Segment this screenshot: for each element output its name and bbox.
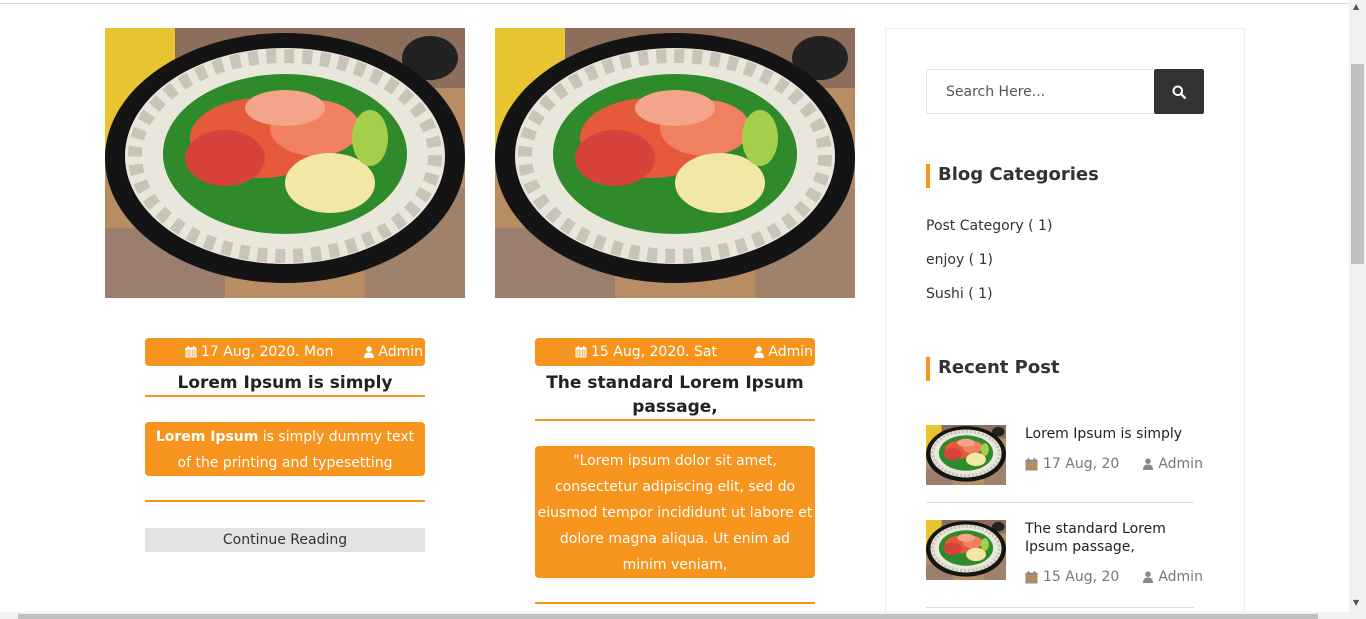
search-icon (1172, 85, 1186, 99)
scroll-down-arrow-icon[interactable]: ▼ (1353, 598, 1359, 608)
post-title[interactable]: The standard Lorem Ipsum passage, (535, 371, 815, 419)
recent-post-divider (926, 502, 1194, 503)
post-author[interactable]: Admin (754, 344, 813, 360)
scroll-up-arrow-icon[interactable]: ▲ (1353, 2, 1359, 12)
recent-post-heading: Recent Post (926, 357, 1060, 381)
user-icon (364, 346, 374, 358)
user-icon (1143, 458, 1153, 470)
header-bottom-border (0, 0, 1350, 4)
category-link[interactable]: enjoy ( 1) (926, 252, 993, 268)
title-divider (145, 395, 425, 397)
calendar-icon (185, 346, 197, 358)
calendar-icon (1025, 571, 1038, 584)
excerpt-divider (145, 500, 425, 502)
post-meta-bar: 15 Aug, 2020. Sat Admin (535, 338, 815, 366)
recent-post-divider (926, 607, 1194, 608)
search-input[interactable] (926, 69, 1154, 114)
category-link[interactable]: Sushi ( 1) (926, 286, 993, 302)
vertical-scrollbar-thumb[interactable] (1351, 64, 1364, 264)
calendar-icon (1025, 458, 1038, 471)
user-icon (1143, 571, 1153, 583)
recent-post-meta: 15 Aug, 20 Admin (1025, 569, 1203, 585)
post-excerpt: Lorem Ipsum is simply dummy text of the … (145, 422, 425, 497)
user-icon (754, 346, 764, 358)
post-date: 15 Aug, 2020. Sat (575, 344, 717, 360)
sushi-platter-image (926, 520, 1006, 580)
blog-categories-heading: Blog Categories (926, 164, 1099, 188)
recent-post-title[interactable]: The standard Lorem Ipsum passage, (1025, 520, 1200, 556)
recent-post-title[interactable]: Lorem Ipsum is simply (1025, 425, 1200, 443)
recent-post-thumbnail[interactable] (926, 520, 1006, 580)
post-excerpt: "Lorem ipsum dolor sit amet, consectetur… (535, 446, 815, 578)
calendar-icon (575, 346, 587, 358)
category-link[interactable]: Post Category ( 1) (926, 218, 1052, 234)
post-date: 17 Aug, 2020. Mon (185, 344, 334, 360)
recent-post-thumbnail[interactable] (926, 425, 1006, 485)
post-author[interactable]: Admin (364, 344, 423, 360)
search-button[interactable] (1154, 69, 1204, 114)
continue-reading-button[interactable]: Continue Reading (145, 528, 425, 552)
post-image[interactable] (495, 28, 855, 298)
post-meta-bar: 17 Aug, 2020. Mon Admin (145, 338, 425, 366)
post-image[interactable] (105, 28, 465, 298)
sushi-platter-image (926, 425, 1006, 485)
sushi-platter-image (105, 28, 465, 298)
title-divider (535, 419, 815, 421)
excerpt-divider (535, 602, 815, 604)
post-title[interactable]: Lorem Ipsum is simply (145, 371, 425, 395)
sushi-platter-image (495, 28, 855, 298)
recent-post-meta: 17 Aug, 20 Admin (1025, 456, 1203, 472)
horizontal-scrollbar-thumb[interactable] (18, 614, 1318, 619)
